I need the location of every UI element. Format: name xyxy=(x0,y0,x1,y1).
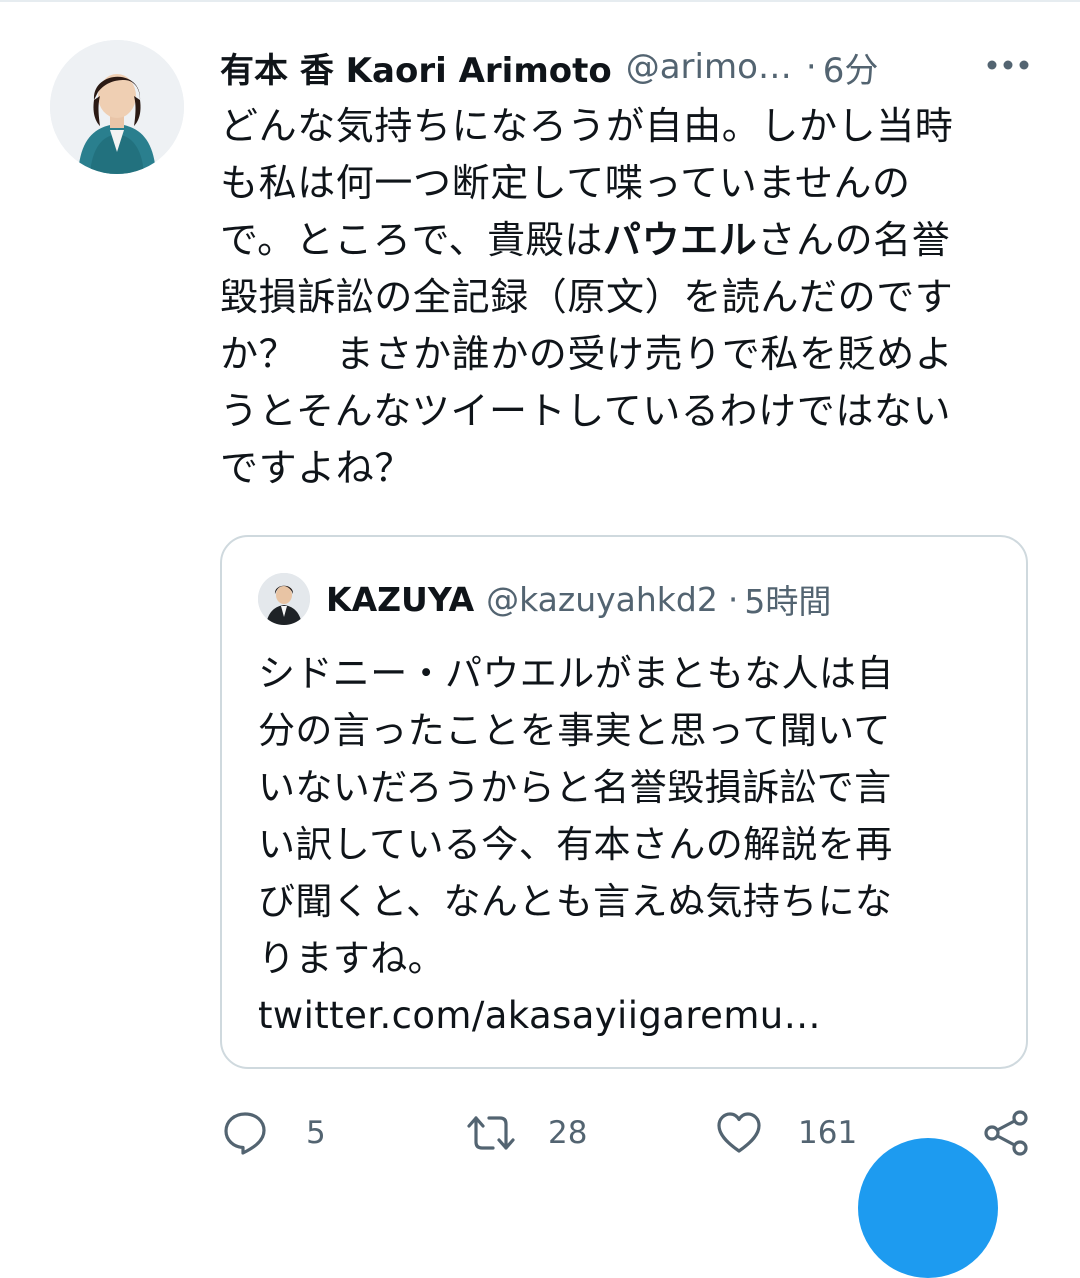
quoted-tweet-link[interactable]: twitter.com/akasayiigaremu… xyxy=(258,987,998,1044)
tweet-text-line: も私は何一つ断定して喋っていませんの xyxy=(220,161,911,205)
share-icon xyxy=(982,1108,1032,1158)
compose-button[interactable] xyxy=(858,1138,998,1278)
like-button[interactable]: 161 xyxy=(714,1108,857,1158)
reply-button[interactable]: 5 xyxy=(220,1108,326,1158)
tweet-header: 有本 香 Kaori Arimoto @arimo… · 6分 xyxy=(220,40,878,94)
quoted-tweet-card[interactable]: KAZUYA @kazuyahkd2 · 5時間 シドニー・パウエルがまともな人… xyxy=(220,535,1028,1069)
retweet-button[interactable]: 28 xyxy=(466,1108,587,1158)
author-avatar[interactable] xyxy=(50,40,184,174)
author-handle[interactable]: @arimo… xyxy=(626,47,792,87)
quoted-text-line: いないだろうからと名誉毀損訴訟で言 xyxy=(258,766,892,809)
quoted-text-line: 分の言ったことを事実と思って聞いて xyxy=(258,709,891,752)
quoted-text-line: び聞くと、なんとも言えぬ気持ちにな xyxy=(258,880,893,923)
more-icon[interactable] xyxy=(984,50,1032,80)
tweet-text: どんな気持ちになろうが自由。しかし当時 も私は何一つ断定して喋っていませんの で… xyxy=(220,98,1030,497)
reply-icon xyxy=(220,1108,270,1158)
like-count: 161 xyxy=(798,1115,858,1151)
quoted-author-name: KAZUYA xyxy=(326,579,475,619)
tweet-text-segment: さんの名誉 xyxy=(757,218,951,262)
quoted-tweet-header: KAZUYA @kazuyahkd2 · 5時間 xyxy=(326,573,831,625)
tweet-text-line: 毀損訴訟の全記録（原文）を読んだのです xyxy=(220,275,954,319)
quoted-author-handle: @kazuyahkd2 xyxy=(486,579,718,619)
retweet-count: 28 xyxy=(548,1115,588,1151)
quoted-tweet-timestamp: 5時間 xyxy=(744,582,832,621)
quoted-tweet-text: シドニー・パウエルがまともな人は自 分の言ったことを事実と思って聞いて いないだ… xyxy=(258,645,998,1044)
tweet-timestamp[interactable]: 6分 xyxy=(823,43,879,92)
quoted-text-line: りますね。 xyxy=(258,937,445,980)
tweet-text-line: どんな気持ちになろうが自由。しかし当時 xyxy=(220,104,954,148)
author-name[interactable]: 有本 香 Kaori Arimoto xyxy=(220,43,612,92)
quoted-text-line: シドニー・パウエルがまともな人は自 xyxy=(258,652,894,695)
reply-count: 5 xyxy=(306,1115,326,1151)
separator-dot: · xyxy=(727,579,739,619)
divider xyxy=(0,0,1080,2)
tweet-text-line: ですよね？ xyxy=(220,446,414,490)
quoted-text-line: い訳している今、有本さんの解説を再 xyxy=(258,823,893,866)
tweet-text-segment: で。ところで、貴殿は xyxy=(220,218,603,262)
like-icon xyxy=(714,1108,764,1158)
tweet-text-line: か？ まさか誰かの受け売りで私を貶めよ xyxy=(220,332,954,376)
retweet-icon xyxy=(466,1108,516,1158)
tweet-text-line: うとそんなツイートしているわけではない xyxy=(220,389,952,433)
share-button[interactable] xyxy=(982,1108,1032,1158)
tweet-text-bold: パウエル xyxy=(602,218,758,262)
separator-dot: · xyxy=(805,47,817,87)
quoted-author-avatar[interactable] xyxy=(258,573,310,625)
tweet-text-line: で。ところで、貴殿はパウエルさんの名誉 xyxy=(220,212,1030,269)
